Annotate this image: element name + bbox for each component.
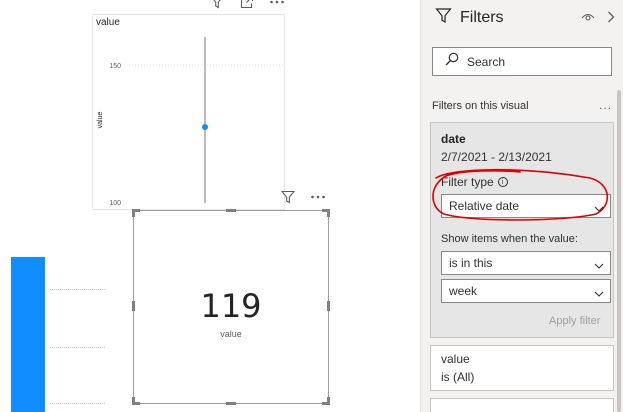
- report-canvas: value 150 100 value 119 value: [0, 0, 420, 412]
- resize-handle-bottom-right-v[interactable]: [327, 397, 330, 405]
- filter-icon[interactable]: [209, 0, 225, 10]
- operator-selected: is in this: [449, 256, 493, 270]
- eye-icon[interactable]: [581, 10, 595, 29]
- operator-dropdown[interactable]: is in this: [441, 251, 611, 275]
- search-icon: [445, 52, 459, 71]
- filter-card-state: is (All): [441, 370, 475, 384]
- resize-handle-top-right-v[interactable]: [327, 209, 330, 217]
- card-visual[interactable]: 119 value: [132, 209, 330, 405]
- filters-pane: Filters Search Filters on this visual ..…: [420, 0, 623, 412]
- unit-dropdown[interactable]: week: [441, 279, 611, 303]
- chart-visual-header: [209, 0, 285, 10]
- pane-scrollbar[interactable]: [617, 90, 621, 412]
- resize-handle-left[interactable]: [132, 301, 135, 311]
- gridline: [50, 347, 105, 348]
- bar-chart-bar[interactable]: [11, 257, 45, 412]
- filter-type-dropdown[interactable]: Relative date: [441, 194, 611, 218]
- filter-type-label-text: Filter type: [441, 175, 494, 189]
- section-more-options[interactable]: ...: [599, 98, 612, 112]
- filter-type-selected: Relative date: [449, 199, 520, 213]
- filter-card-date[interactable]: date 2/7/2021 - 2/13/2021 Filter type i …: [430, 122, 614, 338]
- card-label: value: [220, 329, 242, 339]
- show-items-label: Show items when the value:: [441, 233, 578, 245]
- chart-plot: 150 100 value: [97, 37, 283, 207]
- chevron-down-icon: [594, 259, 604, 273]
- card-visual-header: [280, 189, 326, 205]
- filters-pane-header: Filters: [435, 8, 615, 28]
- focus-mode-icon[interactable]: [239, 0, 255, 10]
- filter-card-range: 2/7/2021 - 2/13/2021: [441, 150, 552, 164]
- y-tick-100: 100: [109, 200, 121, 207]
- y-axis-label: value: [97, 112, 104, 129]
- apply-filter-button[interactable]: Apply filter: [549, 315, 600, 327]
- search-placeholder: Search: [467, 54, 506, 69]
- info-icon[interactable]: i: [497, 177, 508, 187]
- filters-search-input[interactable]: Search: [432, 47, 612, 76]
- section-label-filters-on-visual: Filters on this visual: [432, 100, 529, 112]
- filter-card-value[interactable]: value is (All): [430, 345, 614, 391]
- chevron-down-icon: [594, 287, 604, 301]
- unit-selected: week: [449, 284, 478, 298]
- resize-handle-top-left-v[interactable]: [132, 209, 135, 217]
- y-tick-150: 150: [109, 63, 121, 70]
- filter-card-next[interactable]: [430, 398, 614, 412]
- chevron-down-icon: [594, 202, 604, 216]
- more-options-icon[interactable]: [310, 189, 326, 205]
- filters-pane-title: Filters: [460, 9, 504, 26]
- resize-handle-bottom[interactable]: [226, 402, 236, 405]
- gridline: [50, 289, 105, 290]
- filter-card-title: value: [441, 352, 470, 366]
- resize-handle-bottom-left-v[interactable]: [132, 397, 135, 405]
- gridline: [50, 403, 105, 404]
- filter-type-label: Filter type i: [441, 175, 508, 189]
- filter-card-title: date: [441, 132, 466, 146]
- resize-handle-top[interactable]: [226, 209, 236, 212]
- card-value: 119: [200, 287, 262, 325]
- chart-data-point: [202, 124, 208, 130]
- filter-icon[interactable]: [280, 189, 296, 205]
- resize-handle-right[interactable]: [327, 301, 330, 311]
- filter-icon: [435, 7, 452, 29]
- collapse-pane-chevron-icon[interactable]: [605, 10, 617, 29]
- more-options-icon[interactable]: [269, 0, 285, 10]
- value-chart-visual[interactable]: value 150 100 value: [92, 14, 285, 210]
